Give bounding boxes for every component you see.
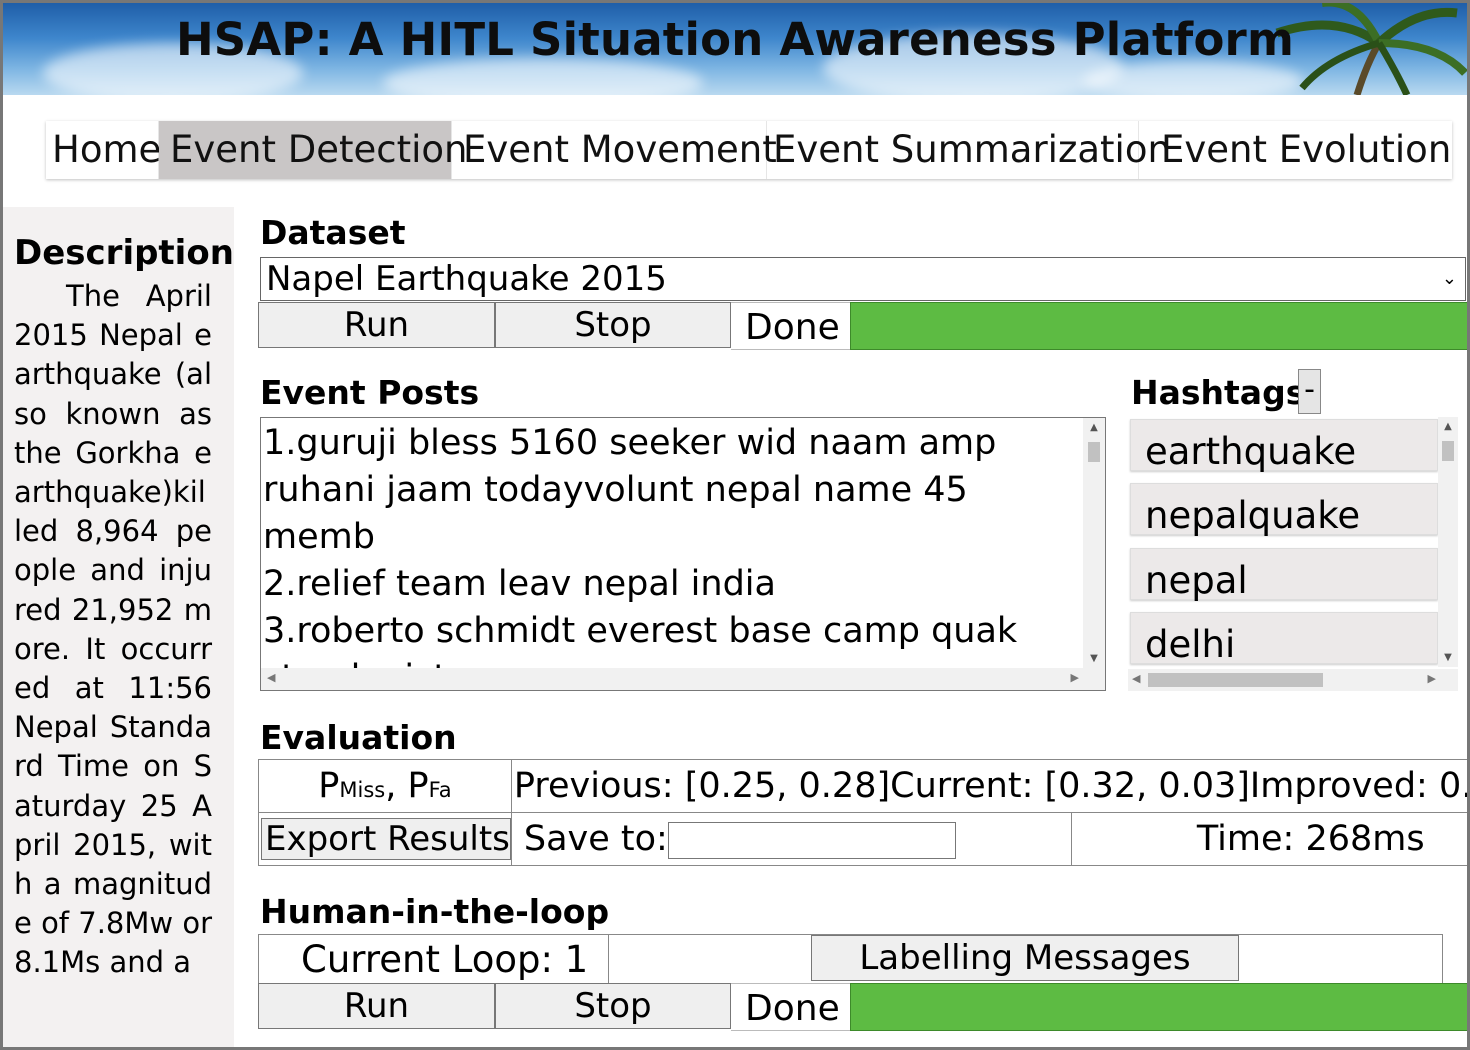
current-loop: Current Loop: 1: [259, 935, 609, 983]
evaluation-table: PMiss, PFa Previous: [0.25, 0.28]Current…: [258, 759, 1470, 866]
nav-event-movement[interactable]: Event Movement: [452, 121, 777, 179]
scroll-thumb[interactable]: [1442, 441, 1454, 461]
posts-horizontal-scrollbar[interactable]: ◀ ▶: [261, 668, 1105, 690]
dataset-controls: Run Stop Done: [258, 302, 1467, 350]
event-posts-heading: Event Posts: [260, 373, 480, 412]
main-panel: Dataset Napel Earthquake 2015 ⌄ Run Stop…: [258, 207, 1470, 1047]
description-text: The April 2015 Nepal earthquake (also kn…: [14, 279, 212, 980]
post-item: 3.roberto schmidt everest base camp quak…: [263, 611, 1018, 668]
description-heading: Description: [14, 233, 234, 273]
hitl-heading: Human-in-the-loop: [260, 892, 610, 931]
hitl-controls: Run Stop Done: [258, 983, 1467, 1031]
event-posts-box[interactable]: 1.guruji bless 5160 seeker wid naam amp …: [260, 417, 1106, 691]
nav-event-detection[interactable]: Event Detection: [159, 121, 468, 179]
scroll-up-icon[interactable]: ▲: [1438, 421, 1458, 432]
post-item: 2.relief team leav nepal india: [263, 564, 776, 604]
save-to-label: Save to:: [523, 819, 668, 859]
hashtags-heading: Hashtags: [1131, 373, 1306, 412]
dataset-select[interactable]: Napel Earthquake 2015 ⌄: [260, 257, 1466, 301]
hashtag-item[interactable]: nepalquake: [1130, 483, 1438, 537]
previous-value: Previous: [0.25, 0.28]: [513, 766, 891, 806]
hitl-loop-row: Current Loop: 1 Labelling Messages: [258, 934, 1443, 984]
nav-event-summarization[interactable]: Event Summarization: [767, 121, 1171, 179]
metric-sep: , P: [385, 766, 429, 806]
time-value: Time: 268ms: [1196, 819, 1425, 859]
scroll-down-icon[interactable]: ▼: [1083, 653, 1105, 664]
dataset-run-button[interactable]: Run: [258, 302, 495, 348]
save-to-input[interactable]: [667, 821, 956, 859]
hashtag-item[interactable]: earthquake: [1130, 419, 1438, 473]
export-results-button[interactable]: Export Results: [261, 818, 511, 860]
improved-value: Improved: 0.31: [1249, 766, 1470, 806]
scroll-up-icon[interactable]: ▲: [1083, 422, 1105, 433]
scroll-right-icon[interactable]: ▶: [1428, 672, 1436, 685]
posts-vertical-scrollbar[interactable]: ▲ ▼: [1083, 418, 1105, 668]
metric-p: P: [318, 766, 340, 806]
time-cell: Time: 268ms: [1070, 812, 1467, 866]
scroll-thumb[interactable]: [1148, 673, 1323, 687]
hashtags-list[interactable]: earthquake nepalquake nepal delhi ▲ ▼ ◀ …: [1128, 417, 1458, 691]
hashtags-vertical-scrollbar[interactable]: ▲ ▼: [1438, 417, 1458, 667]
nav-home[interactable]: Home: [46, 121, 161, 179]
hitl-progress-bar: [850, 983, 1467, 1031]
dataset-progress-bar: [850, 302, 1467, 350]
scroll-left-icon[interactable]: ◀: [1132, 672, 1140, 685]
nav-event-evolution[interactable]: Event Evolution: [1139, 121, 1452, 179]
hashtags-horizontal-scrollbar[interactable]: ◀ ▶: [1128, 669, 1458, 691]
app-title: HSAP: A HITL Situation Awareness Platfor…: [175, 13, 1295, 66]
hitl-run-button[interactable]: Run: [258, 983, 495, 1029]
hashtag-item[interactable]: nepal: [1130, 548, 1438, 602]
labelling-cell: Labelling Messages: [609, 935, 1442, 983]
scroll-thumb[interactable]: [1088, 442, 1100, 462]
scroll-down-icon[interactable]: ▼: [1438, 652, 1458, 663]
chevron-down-icon: ⌄: [1441, 268, 1457, 289]
metric-fa-sub: Fa: [428, 778, 452, 802]
metric-values: Previous: [0.25, 0.28]Current: [0.32, 0.…: [510, 759, 1470, 813]
dataset-stop-button[interactable]: Stop: [495, 302, 731, 348]
dataset-heading: Dataset: [260, 213, 406, 252]
current-value: Current: [0.32, 0.03]: [890, 766, 1250, 806]
description-sidebar: Description The April 2015 Nepal earthqu…: [3, 207, 234, 1047]
event-posts-list: 1.guruji bless 5160 seeker wid naam amp …: [261, 418, 1083, 668]
evaluation-heading: Evaluation: [260, 718, 457, 757]
labelling-messages-button[interactable]: Labelling Messages: [811, 935, 1239, 981]
hashtags-collapse-button[interactable]: -: [1298, 369, 1321, 414]
hitl-status: Done: [731, 983, 850, 1031]
scroll-left-icon[interactable]: ◀: [267, 671, 275, 684]
dataset-status: Done: [731, 302, 850, 350]
export-cell: Export Results: [258, 812, 512, 866]
metric-label: PMiss, PFa: [258, 759, 512, 813]
main-nav: Home Event Detection Event Movement Even…: [46, 121, 1452, 179]
app-frame: HSAP: A HITL Situation Awareness Platfor…: [0, 0, 1470, 1050]
hitl-stop-button[interactable]: Stop: [495, 983, 731, 1029]
metric-miss-sub: Miss: [339, 778, 386, 802]
save-to-cell: Save to:: [510, 812, 1072, 866]
header-banner: HSAP: A HITL Situation Awareness Platfor…: [3, 3, 1467, 95]
dataset-selected-value: Napel Earthquake 2015: [266, 259, 667, 299]
post-item: 1.guruji bless 5160 seeker wid naam amp …: [263, 423, 997, 557]
hashtag-item[interactable]: delhi: [1130, 612, 1438, 666]
scroll-right-icon[interactable]: ▶: [1071, 671, 1079, 684]
